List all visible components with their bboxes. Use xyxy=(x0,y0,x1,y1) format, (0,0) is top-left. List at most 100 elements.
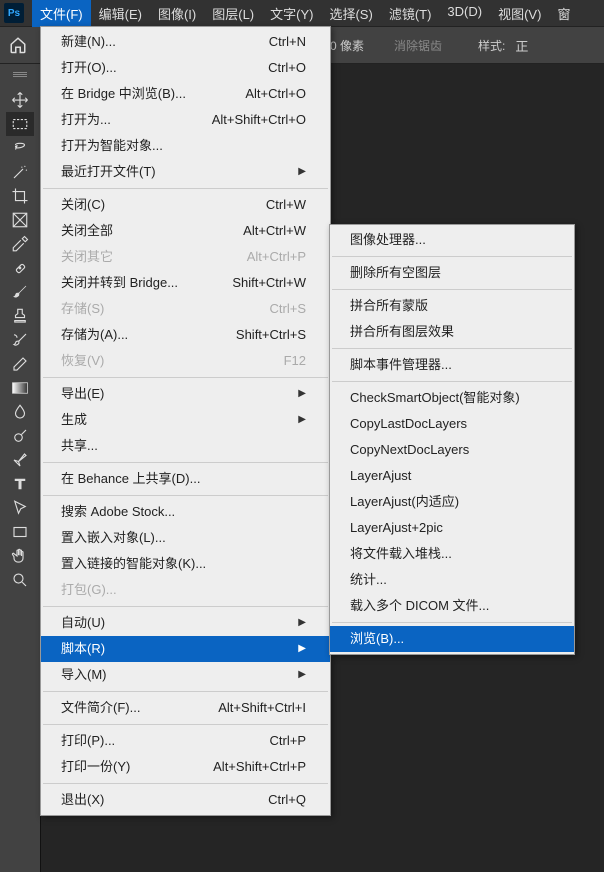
file-menu-item[interactable]: 打印一份(Y)Alt+Shift+Ctrl+P xyxy=(41,754,330,780)
menu-separator xyxy=(43,495,328,496)
menu-item-label: 打开为... xyxy=(61,110,111,130)
file-menu-item[interactable]: 搜索 Adobe Stock... xyxy=(41,499,330,525)
file-menu-item[interactable]: 自动(U)▶ xyxy=(41,610,330,636)
toolbar-gripper-icon xyxy=(13,72,27,78)
home-icon[interactable] xyxy=(6,33,30,57)
menubar-item-4[interactable]: 文字(Y) xyxy=(262,0,321,27)
file-menu-item[interactable]: 文件简介(F)...Alt+Shift+Ctrl+I xyxy=(41,695,330,721)
file-menu-item: 打包(G)... xyxy=(41,577,330,603)
file-menu-item[interactable]: 打开为智能对象... xyxy=(41,133,330,159)
script-menu-item[interactable]: LayerAjust xyxy=(330,463,574,489)
menubar-item-6[interactable]: 滤镜(T) xyxy=(381,0,440,27)
menu-item-label: 打印一份(Y) xyxy=(61,757,130,777)
script-menu-item[interactable]: CopyLastDocLayers xyxy=(330,411,574,437)
tool-history-brush[interactable] xyxy=(6,328,34,352)
menu-item-label: LayerAjust+2pic xyxy=(350,518,443,538)
file-menu-item[interactable]: 关闭并转到 Bridge...Shift+Ctrl+W xyxy=(41,270,330,296)
menu-item-label: 将文件载入堆栈... xyxy=(350,544,452,564)
menu-separator xyxy=(43,724,328,725)
script-menu-item[interactable]: 删除所有空图层 xyxy=(330,260,574,286)
antialias-label: 消除锯齿 xyxy=(394,37,442,54)
menu-item-label: CheckSmartObject(智能对象) xyxy=(350,388,520,408)
menu-separator xyxy=(43,377,328,378)
tool-crop[interactable] xyxy=(6,184,34,208)
file-menu-item[interactable]: 导出(E)▶ xyxy=(41,381,330,407)
menubar-item-2[interactable]: 图像(I) xyxy=(150,0,204,27)
tool-path-select[interactable] xyxy=(6,496,34,520)
script-menu-item[interactable]: 拼合所有蒙版 xyxy=(330,293,574,319)
file-menu-item[interactable]: 共享... xyxy=(41,433,330,459)
file-menu-item[interactable]: 置入链接的智能对象(K)... xyxy=(41,551,330,577)
tool-zoom[interactable] xyxy=(6,568,34,592)
file-menu-item[interactable]: 存储为(A)...Shift+Ctrl+S xyxy=(41,322,330,348)
menu-separator xyxy=(43,606,328,607)
menu-separator xyxy=(332,289,572,290)
menubar-item-8[interactable]: 视图(V) xyxy=(490,0,549,27)
file-menu-item[interactable]: 在 Behance 上共享(D)... xyxy=(41,466,330,492)
file-menu-item[interactable]: 退出(X)Ctrl+Q xyxy=(41,787,330,813)
file-menu-item[interactable]: 打印(P)...Ctrl+P xyxy=(41,728,330,754)
tool-blur[interactable] xyxy=(6,400,34,424)
submenu-arrow-icon: ▶ xyxy=(298,613,306,633)
file-menu-item: 关闭其它Alt+Ctrl+P xyxy=(41,244,330,270)
script-menu-item[interactable]: 脚本事件管理器... xyxy=(330,352,574,378)
script-menu-item[interactable]: 载入多个 DICOM 文件... xyxy=(330,593,574,619)
script-menu-item[interactable]: LayerAjust(内适应) xyxy=(330,489,574,515)
menubar-item-3[interactable]: 图层(L) xyxy=(204,0,262,27)
tool-lasso[interactable] xyxy=(6,136,34,160)
toolbar xyxy=(0,64,40,872)
tool-frame[interactable] xyxy=(6,208,34,232)
file-menu-item[interactable]: 脚本(R)▶ xyxy=(41,636,330,662)
script-menu-item[interactable]: 拼合所有图层效果 xyxy=(330,319,574,345)
file-menu-item[interactable]: 最近打开文件(T)▶ xyxy=(41,159,330,185)
file-menu-item[interactable]: 新建(N)...Ctrl+N xyxy=(41,29,330,55)
menu-item-label: 共享... xyxy=(61,436,98,456)
style-label: 样式: xyxy=(478,37,505,54)
menu-item-shortcut: Shift+Ctrl+W xyxy=(232,273,306,293)
menu-item-label: 新建(N)... xyxy=(61,32,116,52)
menubar-item-1[interactable]: 编辑(E) xyxy=(91,0,150,27)
tool-eyedropper[interactable] xyxy=(6,232,34,256)
script-menu-item[interactable]: 图像处理器... xyxy=(330,227,574,253)
tool-rectangle[interactable] xyxy=(6,520,34,544)
tool-type[interactable] xyxy=(6,472,34,496)
script-menu-item[interactable]: LayerAjust+2pic xyxy=(330,515,574,541)
file-menu-item[interactable]: 关闭(C) Ctrl+W xyxy=(41,192,330,218)
file-menu-item[interactable]: 关闭全部Alt+Ctrl+W xyxy=(41,218,330,244)
script-menu-item[interactable]: CheckSmartObject(智能对象) xyxy=(330,385,574,411)
file-menu-item[interactable]: 生成▶ xyxy=(41,407,330,433)
menu-item-shortcut: F12 xyxy=(284,351,306,371)
menubar-item-5[interactable]: 选择(S) xyxy=(321,0,380,27)
tool-stamp[interactable] xyxy=(6,304,34,328)
file-menu-item[interactable]: 置入嵌入对象(L)... xyxy=(41,525,330,551)
menu-item-label: 关闭(C) xyxy=(61,195,105,215)
tool-marquee[interactable] xyxy=(6,112,34,136)
script-menu-item[interactable]: CopyNextDocLayers xyxy=(330,437,574,463)
menu-item-label: 退出(X) xyxy=(61,790,104,810)
menubar-item-7[interactable]: 3D(D) xyxy=(439,0,490,27)
tool-pen[interactable] xyxy=(6,448,34,472)
file-menu-item[interactable]: 在 Bridge 中浏览(B)...Alt+Ctrl+O xyxy=(41,81,330,107)
tool-dodge[interactable] xyxy=(6,424,34,448)
submenu-arrow-icon: ▶ xyxy=(298,410,306,430)
file-menu-item[interactable]: 打开为...Alt+Shift+Ctrl+O xyxy=(41,107,330,133)
menu-item-label: 打包(G)... xyxy=(61,580,117,600)
menubar-item-0[interactable]: 文件(F) xyxy=(32,0,91,27)
script-submenu: 图像处理器... 删除所有空图层拼合所有蒙版拼合所有图层效果脚本事件管理器... C… xyxy=(329,224,575,655)
tool-heal[interactable] xyxy=(6,256,34,280)
tool-brush[interactable] xyxy=(6,280,34,304)
tool-eraser[interactable] xyxy=(6,352,34,376)
tool-gradient[interactable] xyxy=(6,376,34,400)
script-menu-item[interactable]: 将文件载入堆栈... xyxy=(330,541,574,567)
script-menu-item[interactable]: 统计... xyxy=(330,567,574,593)
menu-item-shortcut: Ctrl+W xyxy=(266,195,306,215)
menu-item-label: 搜索 Adobe Stock... xyxy=(61,502,175,522)
file-menu-item[interactable]: 导入(M)▶ xyxy=(41,662,330,688)
menu-item-label: 存储(S) xyxy=(61,299,104,319)
tool-move[interactable] xyxy=(6,88,34,112)
file-menu-item[interactable]: 打开(O)...Ctrl+O xyxy=(41,55,330,81)
tool-wand[interactable] xyxy=(6,160,34,184)
tool-hand[interactable] xyxy=(6,544,34,568)
script-menu-item[interactable]: 浏览(B)... xyxy=(330,626,574,652)
menubar-item-9[interactable]: 窗 xyxy=(549,0,578,27)
